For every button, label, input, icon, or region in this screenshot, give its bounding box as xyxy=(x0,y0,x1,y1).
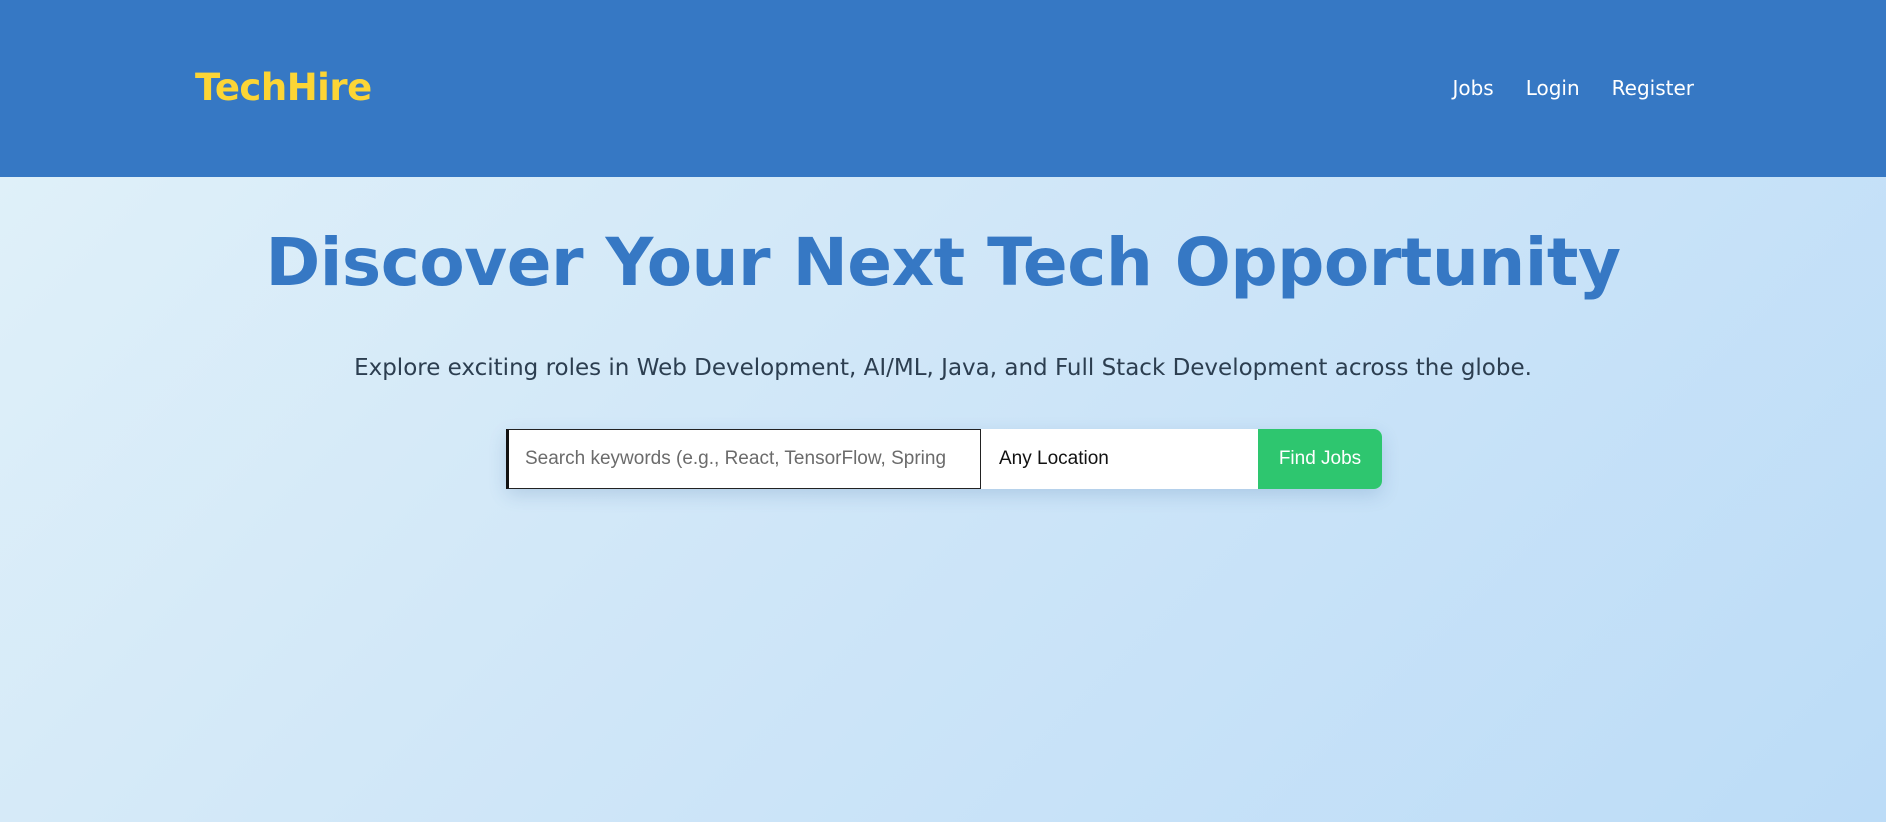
nav-login-link[interactable]: Login xyxy=(1526,76,1580,100)
job-search-bar: Any Location Find Jobs xyxy=(506,429,1382,489)
nav-register-link[interactable]: Register xyxy=(1612,76,1694,100)
hero-subtitle: Explore exciting roles in Web Developmen… xyxy=(354,355,1532,381)
hero-title: Discover Your Next Tech Opportunity xyxy=(265,224,1621,301)
find-jobs-button[interactable]: Find Jobs xyxy=(1258,429,1382,489)
location-select[interactable]: Any Location xyxy=(981,429,1258,489)
keyword-search-input[interactable] xyxy=(506,429,981,489)
site-logo[interactable]: TechHire xyxy=(195,66,372,110)
main-nav: Jobs Login Register xyxy=(1452,76,1694,100)
nav-jobs-link[interactable]: Jobs xyxy=(1452,76,1493,100)
site-header: TechHire Jobs Login Register xyxy=(0,0,1886,177)
